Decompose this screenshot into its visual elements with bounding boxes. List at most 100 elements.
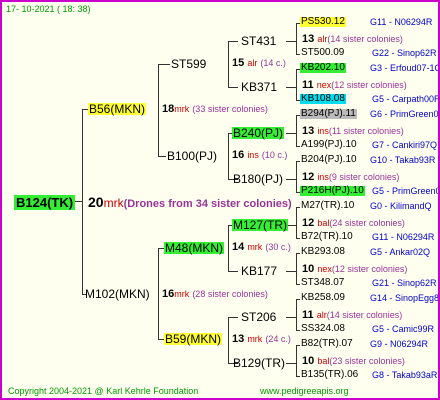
- m102-gen: 16mrk (28 sister colonies): [162, 289, 268, 300]
- root-mark: mrk: [103, 196, 124, 210]
- ancestor-queen[interactable]: B204(PJ).10: [300, 155, 358, 165]
- b100-gen-number: 16: [232, 149, 245, 161]
- group-count: (12 sister colonies): [331, 80, 407, 90]
- connector-line: [296, 253, 297, 284]
- ancestor-queen[interactable]: M27(TR).10: [300, 201, 355, 211]
- ancestor-queen[interactable]: B72(TR).10: [300, 232, 354, 242]
- root-queen[interactable]: B124(TK): [14, 195, 76, 210]
- queen-b59[interactable]: B59(MKN): [164, 333, 223, 345]
- b100-count: (10 c.): [261, 150, 288, 160]
- ancestor-code: G9 - N06294R: [370, 339, 429, 349]
- ancestor-queen[interactable]: A199(PJ).10: [300, 140, 358, 150]
- ancestor-queen[interactable]: B82(TR).07: [300, 339, 354, 349]
- b56-gen-number: 18: [162, 103, 175, 115]
- st599-count: (14 c.): [260, 58, 286, 68]
- ancestor-group-gen: 10 nex(12 sister colonies): [302, 264, 407, 275]
- connector-line: [286, 179, 296, 180]
- connector-line: [296, 23, 297, 54]
- ancestor-queen[interactable]: SS324.08: [300, 324, 346, 334]
- group-gen-number: 10: [302, 355, 315, 367]
- ancestor-code: G7 - Cankiri97Q: [372, 140, 438, 150]
- ancestor-code: G11 - N06294R: [370, 17, 433, 27]
- ancestor-code: G8 - Takab93aR: [372, 370, 438, 380]
- group-count: (24 sister colonies): [329, 218, 405, 228]
- connector-line: [228, 41, 229, 87]
- ancestor-code: G5 - Ankar02Q: [370, 247, 431, 257]
- group-gen-number: 10: [302, 263, 315, 275]
- ancestor-queen[interactable]: P216H(PJ).10: [300, 186, 365, 196]
- connector-line: [228, 317, 229, 363]
- group-mark: bal: [317, 218, 330, 228]
- ancestor-code: G14 - SinopEgg86R: [370, 293, 440, 303]
- ancestor-queen[interactable]: B294(PJ).11: [300, 109, 357, 119]
- ancestor-group-gen: 13 ins(11 sister colonies): [302, 126, 404, 137]
- queen-b240[interactable]: B240(PJ): [232, 127, 285, 139]
- queen-st599[interactable]: ST599: [170, 58, 207, 70]
- timestamp: 17- 10-2021 ( 18: 38): [6, 4, 91, 14]
- ancestor-queen[interactable]: KB108.08: [300, 94, 346, 104]
- connector-line: [296, 207, 297, 238]
- ancestor-queen[interactable]: KB258.09: [300, 293, 346, 303]
- connector-line: [158, 248, 159, 340]
- group-count: (23 sister colonies): [329, 356, 405, 366]
- queen-b100[interactable]: B100(PJ): [166, 150, 218, 162]
- queen-kb371[interactable]: KB371: [240, 81, 278, 93]
- st599-mark: alr: [247, 58, 258, 68]
- ancestor-group-gen: 10 bal(23 sister colonies): [302, 356, 405, 367]
- ancestor-queen[interactable]: KB293.08: [300, 247, 346, 257]
- connector-line: [286, 87, 296, 88]
- st599-gen-number: 15: [232, 57, 245, 69]
- connector-line: [286, 271, 296, 272]
- ancestor-queen[interactable]: PS530.12: [300, 17, 346, 27]
- site-link[interactable]: www.pedigreeapis.org: [260, 387, 349, 396]
- ancestor-group-gen: 12 bal(24 sister colonies): [302, 218, 405, 229]
- m48-count: (30 c.): [265, 242, 291, 252]
- connector-line: [286, 133, 296, 134]
- connector-line: [74, 201, 83, 202]
- b56-gen: 18mrk (33 sister colonies): [162, 104, 268, 115]
- b56-count: (33 sister colonies): [192, 104, 268, 114]
- group-count: (14 sister colonies): [327, 34, 403, 44]
- ancestor-code: G11 - N06294R: [372, 232, 435, 242]
- ancestor-queen[interactable]: KB202.10: [300, 63, 346, 73]
- connector-line: [286, 317, 296, 318]
- group-count: (14 sister colonies): [326, 310, 403, 320]
- group-count: (11 sister colonies): [328, 126, 404, 136]
- queen-st206[interactable]: ST206: [240, 311, 277, 323]
- b100-mark: ins: [247, 150, 259, 160]
- root-gen: 20mrk(Drones from 34 sister colonies): [88, 195, 292, 210]
- ancestor-code: G10 - Takab93R: [370, 155, 436, 165]
- ancestor-code: G5 - Carpath00R: [372, 94, 440, 104]
- b59-count: (24 c.): [265, 334, 291, 344]
- m48-gen-number: 14: [232, 241, 245, 253]
- ancestor-queen[interactable]: ST500.09: [300, 48, 345, 58]
- group-mark: nex: [317, 264, 332, 274]
- b59-gen-number: 13: [232, 333, 245, 345]
- connector-line: [228, 271, 238, 272]
- queen-b129[interactable]: B129(TR): [232, 357, 286, 369]
- ancestor-group-gen: 11 alr(14 sister colonies): [302, 310, 402, 321]
- connector-line: [286, 41, 296, 42]
- queen-m127[interactable]: M127(TR): [232, 219, 289, 231]
- queen-kb177[interactable]: KB177: [240, 265, 278, 277]
- queen-m48[interactable]: M48(MKN): [164, 242, 225, 254]
- ancestor-queen[interactable]: B135(TR).06: [300, 370, 359, 380]
- group-count: (9 sister colonies): [328, 172, 400, 182]
- group-gen-number: 12: [302, 171, 315, 183]
- root-drones: (Drones from 34 sister colonies): [123, 198, 292, 210]
- connector-line: [296, 69, 297, 100]
- ancestor-queen[interactable]: ST348.07: [300, 278, 345, 288]
- connector-line: [228, 87, 238, 88]
- ancestor-code: G0 - KilimandQ: [370, 201, 432, 211]
- connector-line: [228, 41, 238, 42]
- group-gen-number: 11: [302, 309, 314, 321]
- queen-b180[interactable]: B180(PJ): [232, 173, 284, 185]
- queen-m102[interactable]: M102(MKN): [84, 288, 151, 300]
- queen-b56[interactable]: B56(MKN): [88, 103, 147, 115]
- connector-line: [82, 109, 83, 295]
- queen-st431[interactable]: ST431: [240, 35, 277, 47]
- group-mark: alr: [317, 34, 328, 44]
- m102-gen-number: 16: [162, 288, 175, 300]
- connector-line: [158, 64, 159, 156]
- connector-line: [296, 299, 297, 330]
